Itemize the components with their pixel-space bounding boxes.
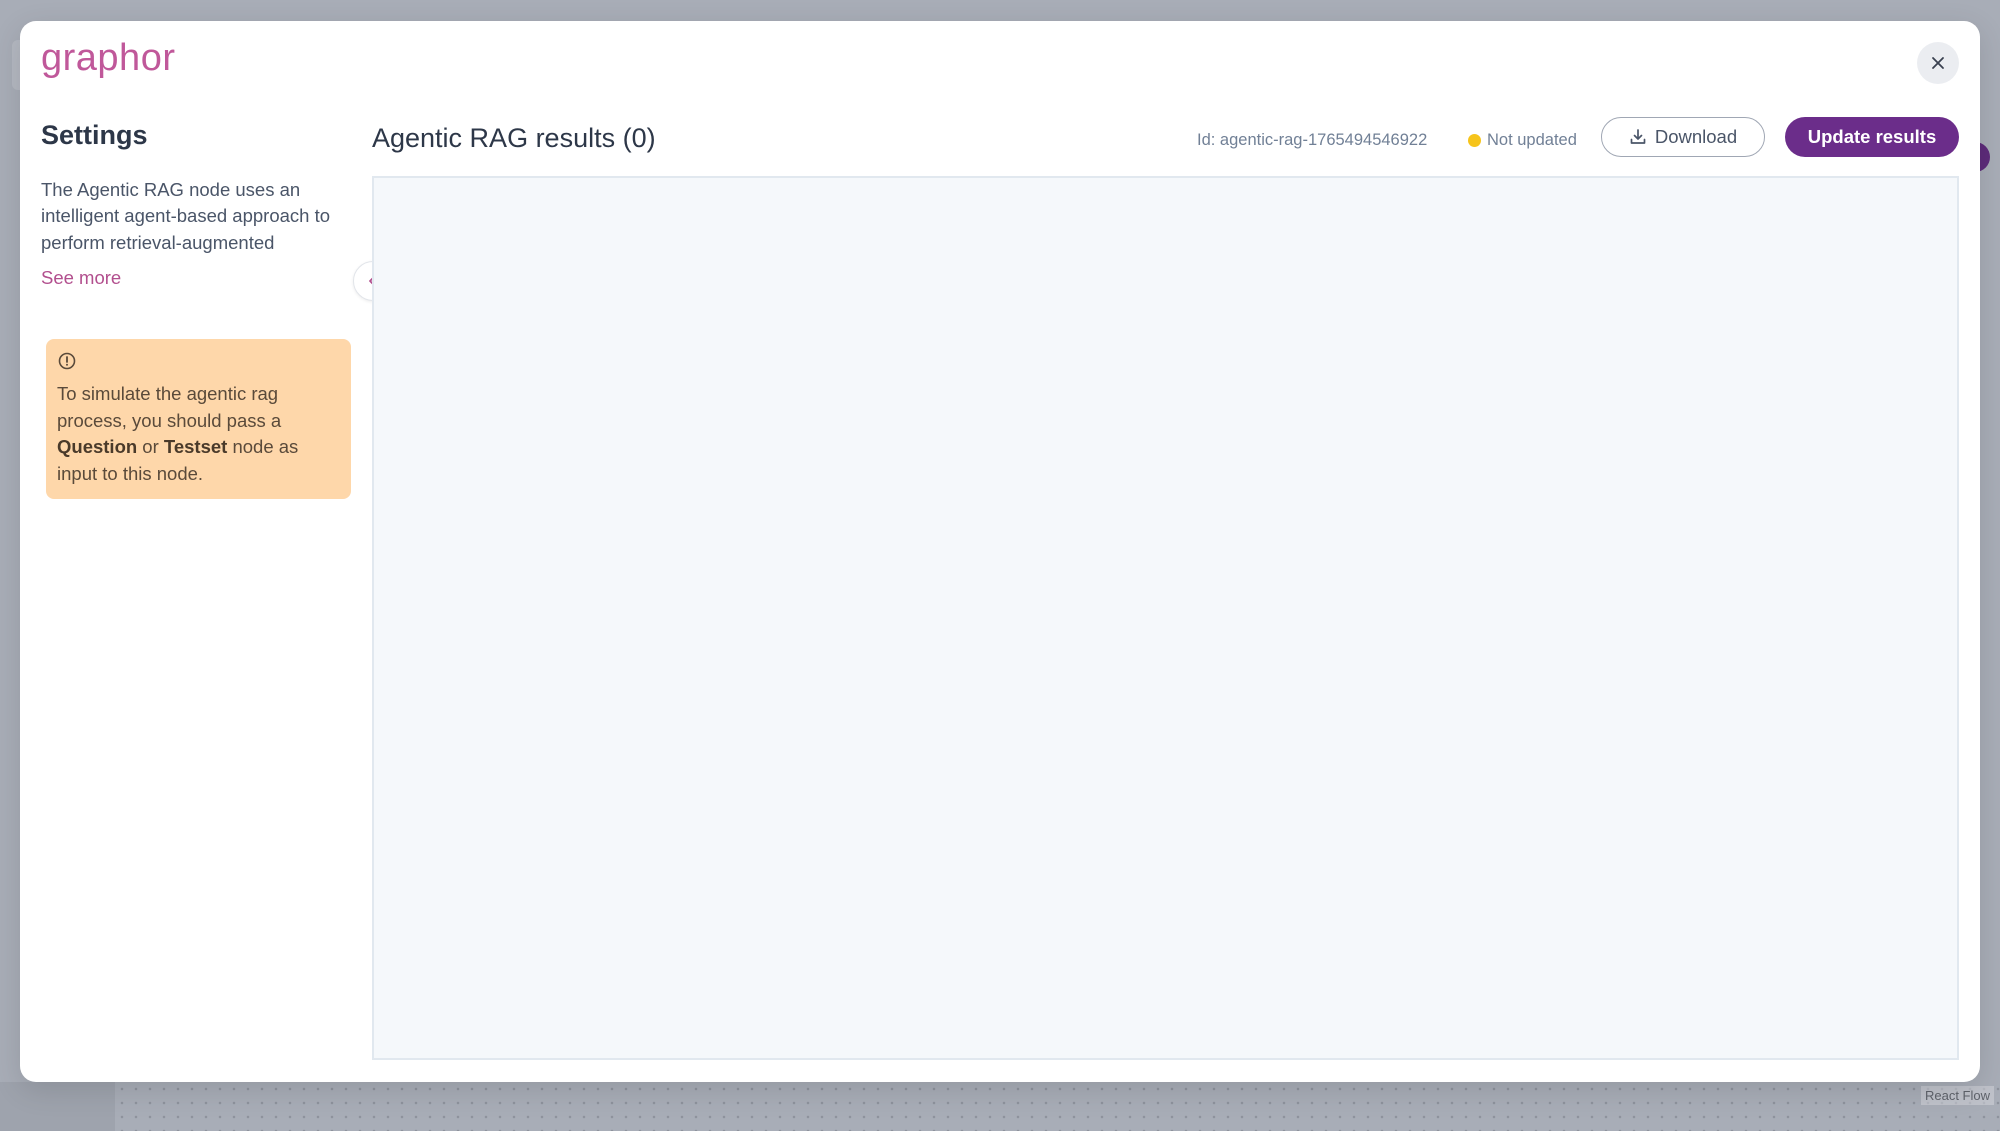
settings-title: Settings [41, 120, 148, 150]
status-text: Not updated [1487, 131, 1577, 149]
settings-description: The Agentic RAG node uses an intelligent… [41, 178, 331, 253]
node-settings-modal: graphor Settings The Agentic RAG node us… [20, 21, 1980, 1082]
react-flow-attribution[interactable]: React Flow [1920, 1086, 1994, 1105]
status-dot-icon [1468, 133, 1481, 147]
settings-panel: Settings The Agentic RAG node uses an in… [41, 120, 371, 499]
graphor-logo: graphor [41, 37, 176, 79]
question-node-label: Question [57, 436, 138, 457]
warning-text: To simulate the agentic rag process, you… [57, 383, 299, 484]
download-button[interactable]: Download [1601, 117, 1765, 157]
see-more-link[interactable]: See more [41, 267, 121, 289]
flow-canvas-grid [115, 1082, 2000, 1131]
update-results-button[interactable]: Update results [1785, 117, 1959, 157]
input-warning-callout: To simulate the agentic rag process, you… [46, 339, 351, 499]
results-panel [372, 176, 1959, 1060]
close-button[interactable] [1917, 42, 1959, 84]
status-indicator: Not updated [1468, 127, 1577, 153]
alert-circle-icon [58, 352, 76, 370]
results-title: Agentic RAG results (0) [372, 123, 656, 153]
download-label: Download [1654, 126, 1738, 147]
testset-node-label: Testset [163, 436, 228, 457]
canvas-sidebar-strip [0, 1082, 115, 1131]
node-id-label: Id: agentic-rag-1765494546922 [1197, 131, 1428, 149]
download-icon [1630, 129, 1646, 144]
close-icon [1932, 57, 1944, 69]
